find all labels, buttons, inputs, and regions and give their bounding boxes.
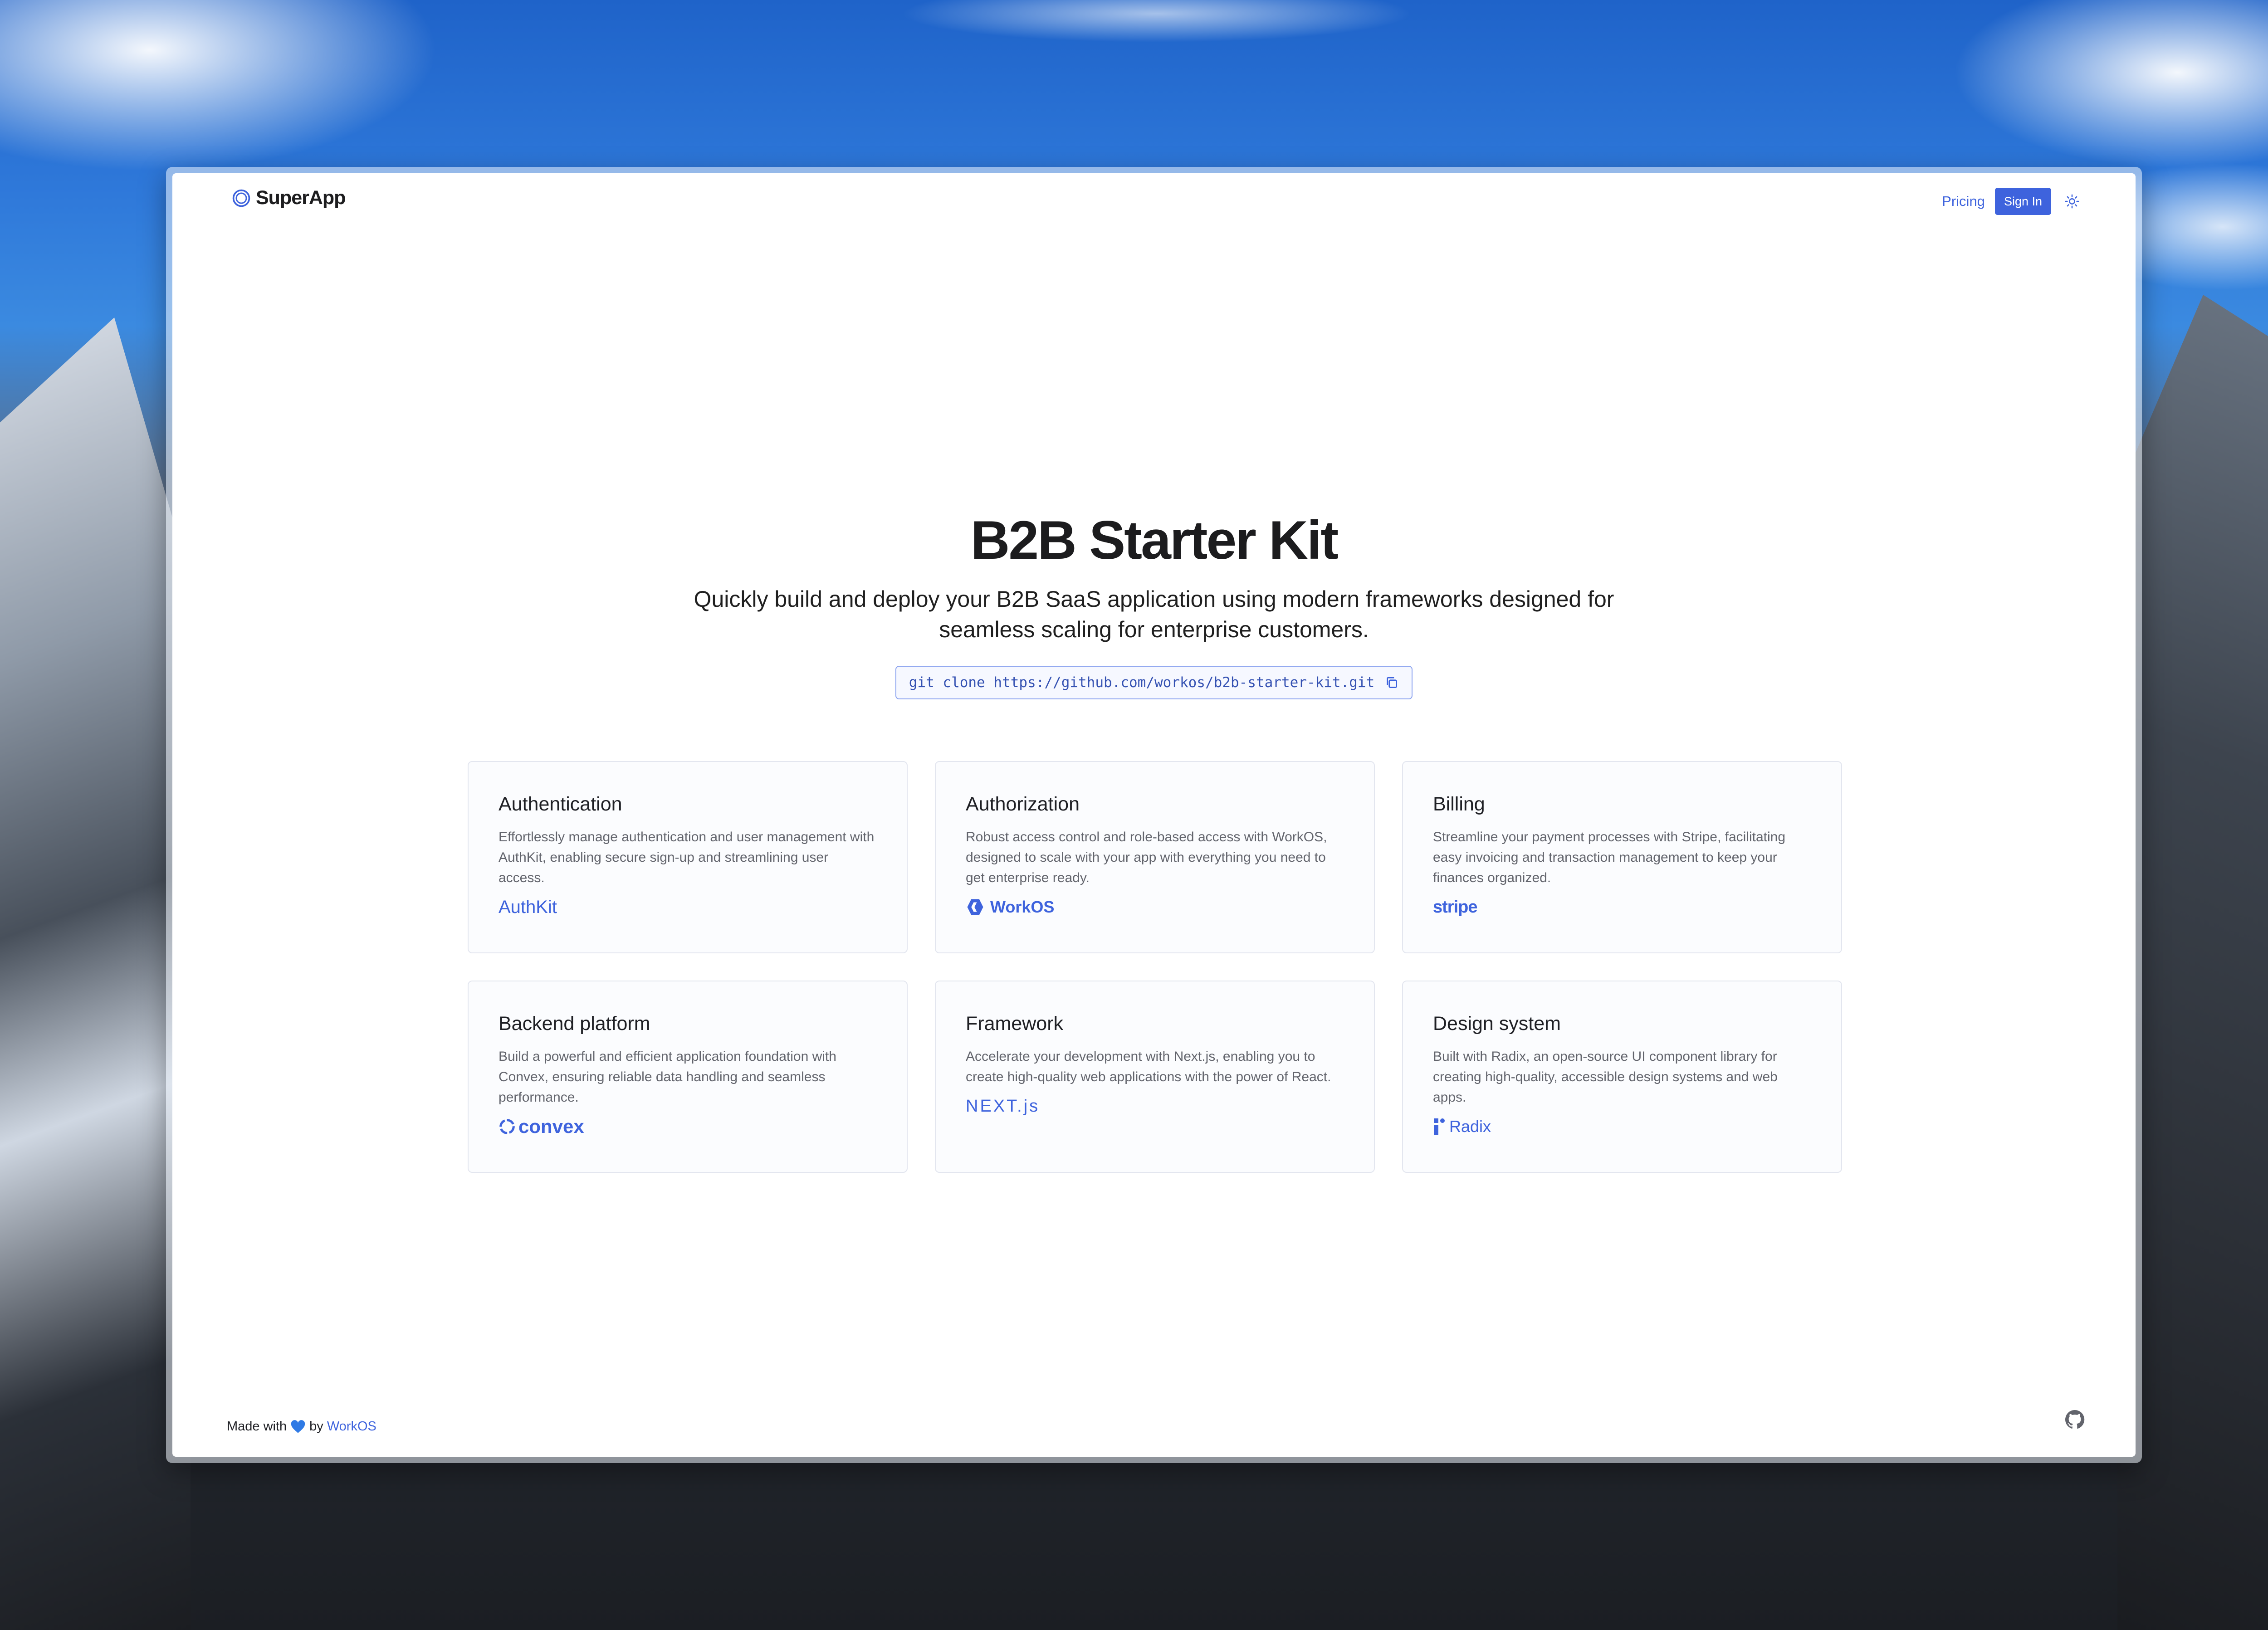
hero-title: B2B Starter Kit [970,510,1339,571]
feature-card-framework: Framework Accelerate your development wi… [935,981,1375,1173]
page: SuperApp Pricing Sign In B2B Starter Kit… [172,173,2136,1457]
hero-section: B2B Starter Kit Quickly build and deploy… [172,509,2136,699]
convex-icon [499,1119,515,1135]
footer-made-with: Made with [227,1419,287,1434]
git-clone-command: git clone https://github.com/workos/b2b-… [909,674,1375,691]
nextjs-logo[interactable]: NEXT.js [966,1093,1344,1119]
authkit-logo[interactable]: AuthKit [499,894,877,920]
browser-window: SuperApp Pricing Sign In B2B Starter Kit… [166,167,2142,1463]
theme-toggle-button[interactable] [2061,190,2083,212]
card-title: Authentication [499,793,622,815]
card-description: Effortlessly manage authentication and u… [499,830,875,886]
git-clone-copy-button[interactable]: git clone https://github.com/workos/b2b-… [895,666,1413,699]
card-title: Billing [1433,793,1485,815]
footer-by: by [309,1419,323,1434]
card-description: Build a powerful and efficient applicati… [499,1049,836,1105]
card-title: Framework [966,1013,1064,1035]
brand-logo-icon [232,189,250,207]
convex-logo[interactable]: convex [499,1114,877,1139]
radix-logo[interactable]: Radix [1433,1114,1811,1139]
github-icon[interactable] [2064,1409,2086,1430]
brand[interactable]: SuperApp [231,187,346,209]
logo-label: WorkOS [990,898,1055,917]
logo-label: stripe [1433,897,1477,917]
radix-icon [1434,1118,1445,1135]
card-description: Streamline your payment processes with S… [1433,830,1786,886]
heart-icon [291,1420,305,1433]
card-description: Built with Radix, an open-source UI comp… [1433,1049,1778,1105]
feature-card-billing: Billing Streamline your payment processe… [1402,761,1842,953]
logo-label: Radix [1449,1117,1491,1136]
feature-card-backend-platform: Backend platform Build a powerful and ef… [468,981,908,1173]
logo-label: NEXT.js [966,1096,1040,1116]
sun-icon [2065,194,2079,209]
stripe-logo[interactable]: stripe [1433,894,1811,920]
logo-label: convex [518,1116,584,1137]
top-nav: Pricing Sign In [1942,188,2083,215]
hero-subtitle: Quickly build and deploy your B2B SaaS a… [694,586,1614,642]
feature-card-authorization: Authorization Robust access control and … [935,761,1375,953]
footer: Made with by WorkOS [227,1419,376,1434]
feature-grid: Authentication Effortlessly manage authe… [468,761,1842,1173]
card-description: Robust access control and role-based acc… [966,830,1327,886]
brand-name: SuperApp [256,187,346,209]
card-title: Backend platform [499,1013,650,1035]
feature-card-authentication: Authentication Effortlessly manage authe… [468,761,908,953]
card-title: Authorization [966,793,1080,815]
wallpaper-mountain-left [0,317,191,1630]
sign-in-button[interactable]: Sign In [1994,188,2051,215]
copy-icon [1387,677,1398,688]
logo-label: AuthKit [499,897,557,917]
card-title: Design system [1433,1013,1561,1035]
footer-workos-link[interactable]: WorkOS [327,1419,376,1434]
feature-card-design-system: Design system Built with Radix, an open-… [1402,981,1842,1173]
workos-logo[interactable]: WorkOS [966,894,1344,920]
workos-icon [967,899,983,915]
card-description: Accelerate your development with Next.js… [966,1049,1331,1085]
nav-pricing-link[interactable]: Pricing [1942,193,1985,210]
